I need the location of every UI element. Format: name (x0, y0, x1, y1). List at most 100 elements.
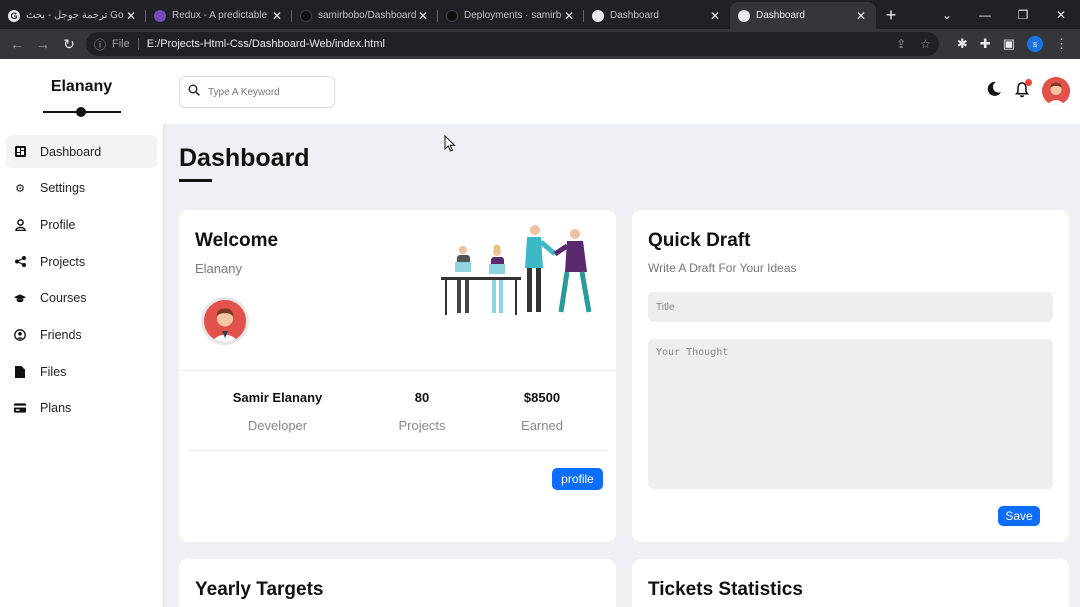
quick-draft-title: Quick Draft (648, 230, 751, 251)
sidebar: Elanany Dashboard ⚙ Settings Profile Pro… (0, 59, 163, 607)
stat-value: 80 (414, 390, 430, 405)
moon-icon[interactable] (986, 81, 1002, 102)
menu-kebab-icon[interactable]: ⋮ (1055, 36, 1068, 52)
profile-button[interactable]: profile (552, 468, 603, 490)
bell-icon (1014, 81, 1030, 102)
reload-icon[interactable]: ↻ (56, 36, 82, 53)
tab-title: Dashboard (610, 10, 659, 21)
stat-value: $8500 (523, 390, 561, 405)
sidebar-item-label: Plans (40, 401, 72, 416)
sidebar-item-label: Courses (40, 291, 87, 306)
search-box[interactable] (179, 76, 335, 108)
page-title: Dashboard (179, 144, 310, 172)
sidebar-item-dashboard[interactable]: Dashboard (6, 135, 157, 168)
extension-icon[interactable]: ✱ (957, 36, 968, 52)
window-controls: ⌄ — ❐ ✕ (928, 0, 1080, 29)
yearly-targets-card: Yearly Targets (179, 559, 616, 607)
address-bar[interactable]: ⓘ File E:/Projects-Html-Css/Dashboard-We… (86, 32, 939, 56)
draft-thought-textarea[interactable] (648, 339, 1053, 489)
tab-title: Redux - A predictable (172, 10, 268, 21)
notification-bell[interactable] (1014, 78, 1032, 102)
close-tab-icon[interactable]: ✕ (708, 9, 722, 23)
team-illustration (437, 224, 603, 316)
welcome-card: Welcome Elanany Samir Elanany Developer … (179, 210, 616, 542)
forward-icon[interactable]: → (30, 36, 56, 52)
user-avatar[interactable] (1042, 77, 1070, 105)
restore-icon[interactable]: ❐ (1004, 8, 1042, 22)
browser-tab[interactable]: G ترجمة جوجل - بحث Google ✕ (0, 2, 146, 29)
welcome-avatar (201, 297, 249, 345)
top-header (163, 59, 1080, 124)
sidebar-menu: Dashboard ⚙ Settings Profile Projects Co… (0, 135, 163, 425)
profile-avatar[interactable]: s (1027, 36, 1043, 52)
sidebar-item-friends[interactable]: Friends (6, 318, 157, 351)
browser-tab[interactable]: Deployments · samirb ✕ (438, 2, 584, 29)
sidebar-item-label: Friends (40, 327, 82, 342)
new-tab-button[interactable]: + (876, 2, 906, 29)
browser-toolbar: ← → ↻ ⓘ File E:/Projects-Html-Css/Dashbo… (0, 29, 1080, 59)
divider (179, 370, 616, 371)
header-icons (986, 77, 1070, 105)
close-tab-icon[interactable]: ✕ (854, 9, 868, 23)
globe-icon (592, 9, 604, 22)
user-icon (14, 219, 26, 231)
info-icon[interactable]: ⓘ (94, 36, 106, 53)
minimize-icon[interactable]: — (966, 8, 1004, 22)
draft-title-input[interactable] (648, 292, 1053, 322)
close-tab-icon[interactable]: ✕ (562, 9, 576, 23)
sidebar-item-files[interactable]: Files (6, 355, 157, 388)
divider (187, 450, 608, 451)
stat-projects: 80 Projects (387, 390, 457, 433)
github-icon (446, 9, 458, 22)
sidebar-item-projects[interactable]: Projects (6, 245, 157, 278)
sidebar-item-label: Settings (40, 181, 86, 196)
title-underline (179, 179, 212, 182)
user-circle-icon (14, 329, 26, 341)
tickets-statistics-title: Tickets Statistics (648, 579, 803, 600)
gear-icon: ⚙ (15, 182, 25, 195)
back-icon[interactable]: ← (4, 36, 30, 52)
bookmark-star-icon[interactable]: ☆ (920, 37, 931, 51)
close-tab-icon[interactable]: ✕ (124, 9, 138, 23)
sidebar-item-profile[interactable]: Profile (6, 208, 157, 241)
sidebar-item-label: Projects (40, 254, 86, 269)
graduation-cap-icon (14, 292, 26, 304)
omnibox-actions: ⇪ ☆ (896, 37, 931, 51)
google-icon: G (8, 9, 20, 22)
tab-title: samirbobo/Dashboard (318, 10, 416, 21)
globe-icon (738, 9, 750, 22)
close-window-icon[interactable]: ✕ (1042, 8, 1080, 22)
share-page-icon[interactable]: ⇪ (896, 37, 906, 51)
browser-tab[interactable]: Redux - A predictable ✕ (146, 2, 292, 29)
extension-area: ✱ ✚ ▣ s ⋮ (957, 36, 1068, 52)
stat-label: Earned (521, 418, 563, 433)
close-tab-icon[interactable]: ✕ (270, 9, 284, 23)
browser-tab-active[interactable]: Dashboard ✕ (730, 2, 876, 29)
browser-tab[interactable]: samirbobo/Dashboard ✕ (292, 2, 438, 29)
notification-badge (1025, 78, 1032, 86)
sidebar-item-label: Files (40, 364, 67, 379)
sidebar-item-plans[interactable]: Plans (6, 392, 157, 425)
welcome-subtitle: Elanany (195, 261, 242, 276)
puzzle-icon[interactable]: ✚ (980, 36, 991, 52)
url-scheme: File (112, 38, 139, 50)
avatar-face (204, 300, 246, 342)
redux-icon (154, 9, 166, 22)
close-tab-icon[interactable]: ✕ (416, 9, 430, 23)
dashboard-icon (14, 146, 26, 158)
brand-title: Elanany (50, 78, 113, 95)
sidebar-item-settings[interactable]: ⚙ Settings (6, 172, 157, 205)
file-icon (14, 365, 26, 378)
side-panel-icon[interactable]: ▣ (1003, 36, 1015, 52)
quick-draft-card: Quick Draft Write A Draft For Your Ideas… (632, 210, 1069, 542)
sidebar-item-courses[interactable]: Courses (6, 282, 157, 315)
stat-value: Samir Elanany (232, 390, 323, 405)
browser-tab[interactable]: Dashboard ✕ (584, 2, 730, 29)
stat-name: Samir Elanany Developer (225, 390, 330, 433)
tab-title: Deployments · samirb (464, 10, 562, 21)
search-input[interactable] (208, 86, 318, 98)
credit-card-icon (14, 402, 26, 414)
search-icon (188, 83, 200, 101)
tab-search-icon[interactable]: ⌄ (928, 8, 966, 22)
save-button[interactable]: Save (998, 506, 1040, 526)
